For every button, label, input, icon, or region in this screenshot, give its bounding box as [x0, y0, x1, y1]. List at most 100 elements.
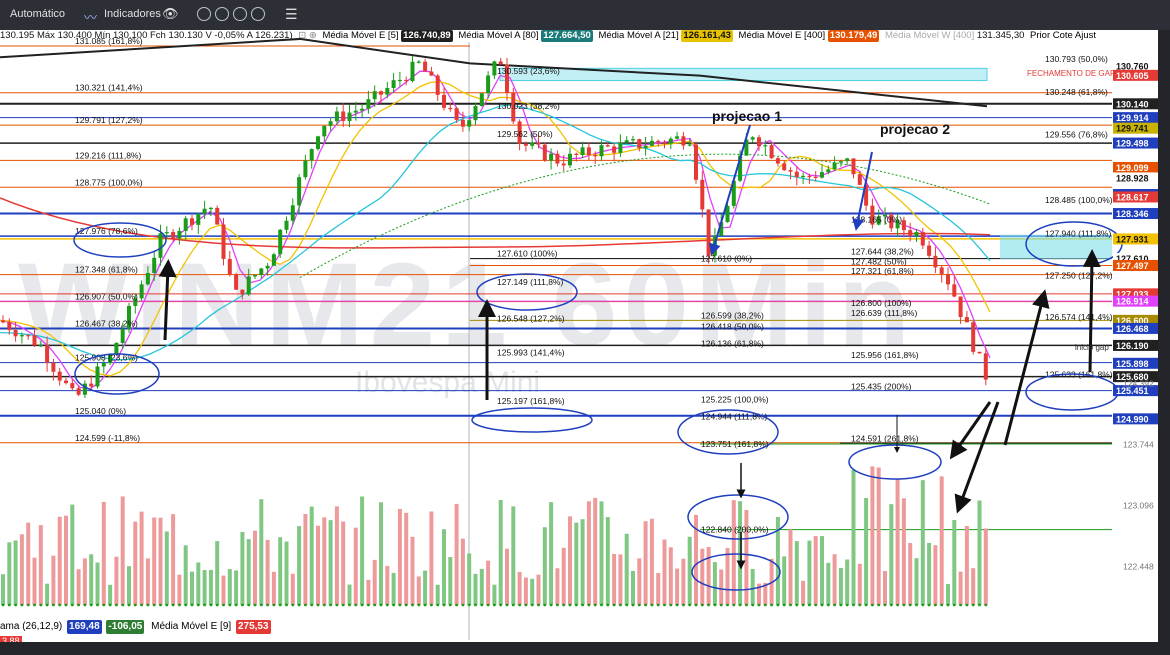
fib-label: 126.418 (50,0%) — [701, 321, 764, 331]
price-tag-label: 127.931 — [1116, 234, 1149, 244]
eye-icon[interactable]: 👁 — [162, 6, 179, 22]
price-tag-label: 129.099 — [1116, 163, 1149, 173]
volume-ma-dot — [385, 603, 389, 607]
volume-bar — [234, 570, 239, 605]
volume-bar — [164, 531, 169, 605]
candle-body — [19, 335, 24, 337]
candle-body — [108, 354, 113, 364]
candle-body — [580, 147, 585, 156]
volume-bar — [139, 511, 144, 605]
zoom-fit-icon[interactable] — [233, 7, 247, 21]
watermark-title: WINM21 60Min — [18, 239, 916, 371]
ohlc-text: 130.195 Máx 130.400 Mín 130.100 Fch 130.… — [0, 30, 293, 41]
volume-bar — [372, 559, 377, 605]
volume-ma-dot — [58, 603, 62, 607]
zoom-reset-icon[interactable] — [251, 7, 265, 21]
candle-body — [946, 273, 950, 285]
volume-bar — [612, 554, 617, 605]
mode-selector[interactable]: Automático — [10, 8, 65, 20]
volume-bar — [19, 534, 24, 605]
price-tag — [1113, 385, 1158, 397]
volume-ma-dot — [316, 603, 320, 607]
candle-body — [38, 345, 43, 347]
candle-body — [227, 258, 232, 275]
candle-body — [82, 383, 87, 395]
volume-ma-dot — [102, 603, 106, 607]
legend-toggle-icons[interactable]: ⊡ ⊕ — [298, 30, 317, 42]
candle-body — [183, 218, 188, 231]
volume-bar — [145, 558, 150, 605]
volume-bar — [738, 501, 743, 605]
ma-a21-line — [0, 81, 991, 377]
volume-bar — [895, 478, 900, 605]
fib-label: 124.591 (261,8%) — [851, 433, 919, 443]
candle-body — [486, 75, 491, 94]
volume-bar — [662, 539, 667, 605]
candle-body — [775, 158, 780, 164]
volume-bar — [385, 565, 390, 605]
candle-body — [303, 160, 308, 178]
fib-label: 127.610 (0%) — [701, 253, 752, 263]
zoom-out-icon[interactable] — [215, 7, 229, 21]
candle-body — [454, 108, 459, 120]
candle-body — [353, 110, 358, 113]
price-tag — [1113, 208, 1158, 220]
price-tag — [1113, 413, 1158, 425]
volume-ma-dot — [688, 603, 692, 607]
annotation-ellipse — [677, 409, 779, 455]
volume-bar — [240, 531, 245, 605]
ma-w400-value: 131.345,30 — [976, 30, 1025, 41]
volume-bar — [202, 570, 207, 605]
volume-ma-dot — [272, 603, 276, 607]
candle-body — [712, 235, 717, 256]
axis-tick-label: 123.096 — [1123, 501, 1154, 511]
fib-label: 125.908 (23,6%) — [75, 353, 138, 363]
volume-bar — [586, 501, 591, 605]
volume-bar — [486, 560, 491, 605]
price-tag-label: 129.498 — [1116, 139, 1149, 149]
candle-body — [7, 322, 12, 330]
volume-ma-dot — [568, 603, 572, 607]
volume-bar — [379, 502, 383, 605]
volume-bar — [511, 506, 516, 605]
fib-label: 125.435 (200%) — [851, 382, 912, 392]
volume-bar — [13, 540, 18, 605]
volume-bar — [681, 558, 686, 605]
volume-ma-dot — [360, 603, 364, 607]
candle-body — [687, 144, 692, 146]
right-side-panel[interactable] — [1158, 30, 1170, 642]
candle-body — [196, 213, 201, 225]
indicators-button[interactable]: Indicadores — [104, 8, 161, 20]
volume-ma-dot — [45, 603, 49, 607]
candle-body — [895, 220, 900, 229]
annotation-ellipse — [1025, 373, 1119, 411]
volume-ma-dot — [619, 603, 622, 607]
candle-body — [360, 108, 365, 111]
settings-sliders-icon[interactable]: ☰ — [285, 6, 298, 23]
candle-body — [498, 61, 503, 65]
volume-ma-dot — [474, 603, 477, 607]
volume-ma-dot — [455, 603, 458, 607]
volume-bar — [668, 547, 673, 605]
volume-ma-dot — [650, 603, 654, 607]
candle-body — [145, 272, 150, 285]
candle-body — [177, 230, 182, 239]
price-tag-label: 127.033 — [1116, 289, 1149, 299]
volume-ma-dot — [96, 603, 99, 607]
volume-bar — [114, 556, 119, 605]
fib-label: 125.993 (141,4%) — [497, 347, 565, 357]
candle-body — [442, 94, 446, 108]
volume-bar — [95, 562, 100, 605]
candle-body — [259, 268, 264, 275]
volume-ma-dot — [574, 603, 578, 607]
candle-body — [379, 91, 383, 95]
volume-ma-dot — [430, 603, 433, 607]
candle-body — [820, 172, 824, 178]
price-tag — [1113, 189, 1158, 201]
candle-body — [637, 139, 642, 149]
volume-bar — [952, 519, 957, 605]
volume-bar — [108, 584, 113, 605]
volume-ma-dot — [7, 603, 11, 607]
zoom-in-icon[interactable] — [197, 7, 211, 21]
ma-a80-value: 127.664,50 — [541, 30, 593, 42]
